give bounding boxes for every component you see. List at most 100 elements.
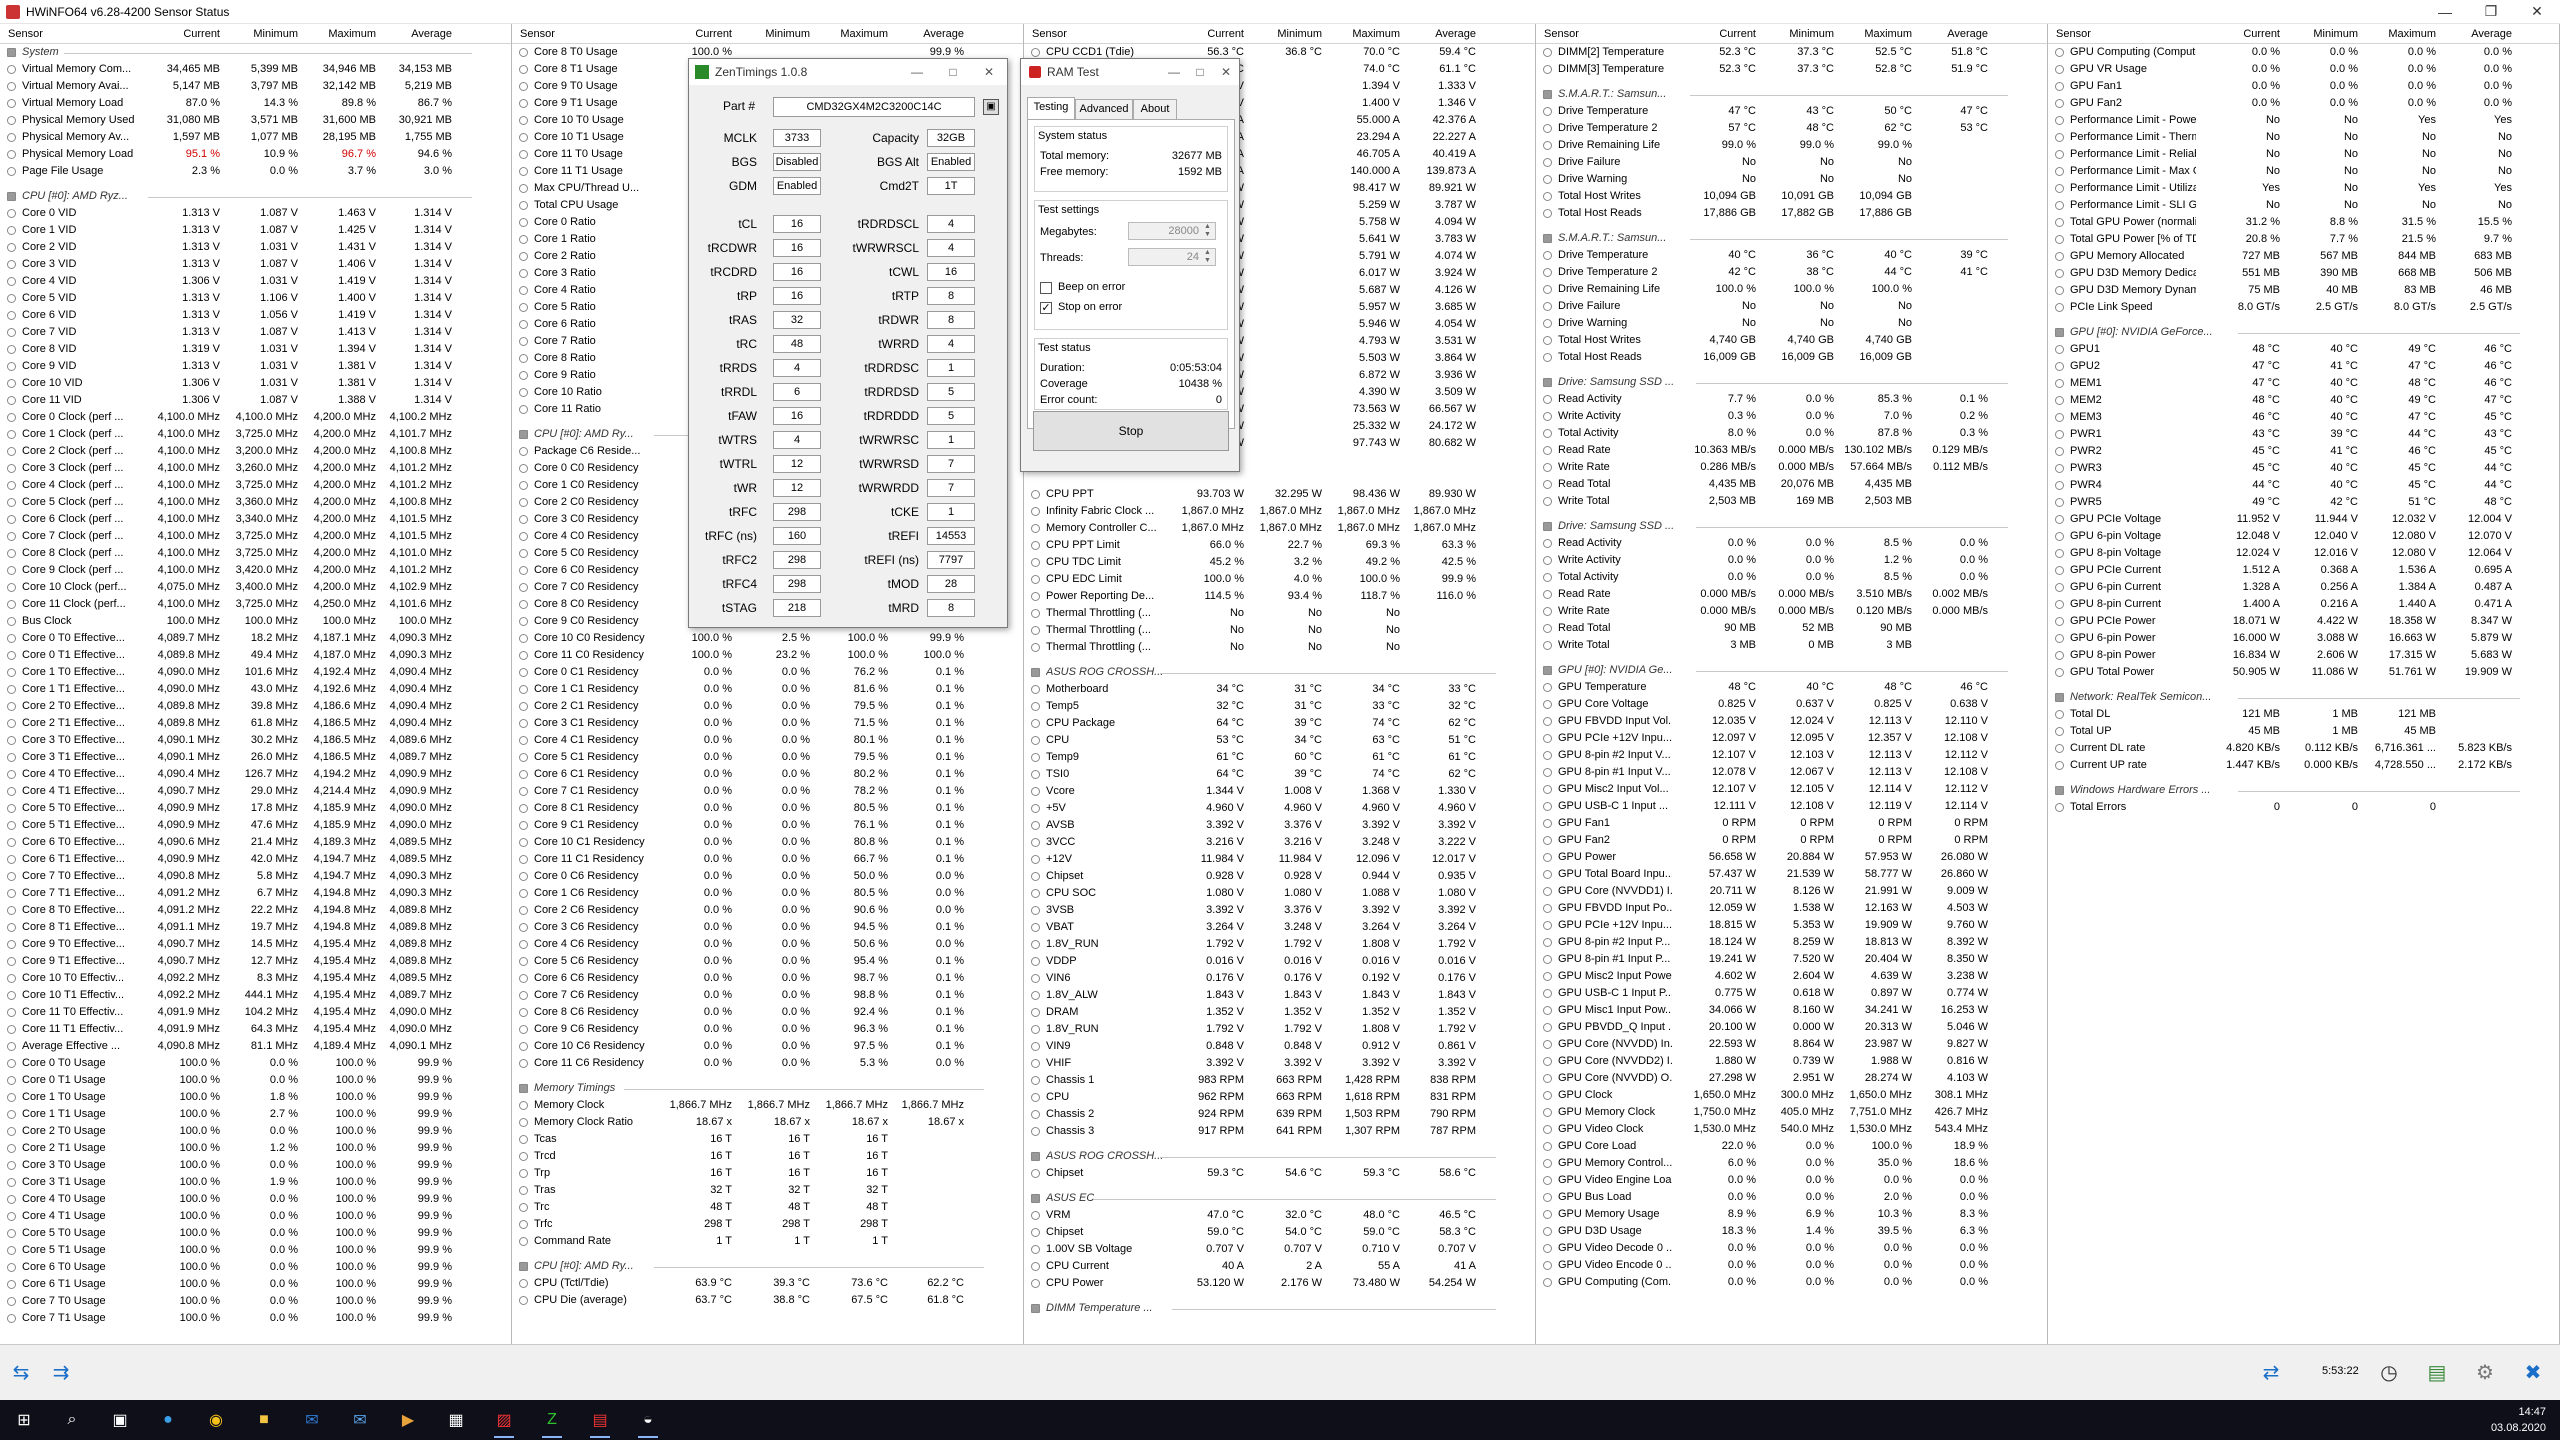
sensor-row[interactable]: Total DL 121 MB 1 MB 121 MB <box>2048 706 2559 723</box>
sensor-row[interactable]: DIMM[2] Temperature 52.3 °C 37.3 °C 52.5 °C… <box>1536 44 2047 61</box>
sensor-row[interactable]: GPU Video Clock 1,530.0 MHz 540.0 MHz 1,530… <box>1536 1121 2047 1138</box>
sensor-row[interactable]: Core 5 T1 Usage 100.0 % 0.0 % 100.0 % 99.9 % <box>0 1242 511 1259</box>
sensor-row[interactable]: Chassis 1 983 RPM 663 RPM 1,428 RPM 838 RPM <box>1024 1072 1535 1089</box>
sensor-row[interactable]: Performance Limit - UtilizationYesNoYesY… <box>2048 180 2559 197</box>
sensor-row[interactable]: GPU Bus Load 0.0 % 0.0 % 2.0 % 0.0 % <box>1536 1189 2047 1206</box>
sensor-row[interactable]: Core 0 C6 Residency 0.0 % 0.0 % 50.0 % 0.0 % <box>512 868 1023 885</box>
sensor-row[interactable]: GPU Total Power 50.905 W 11.086 W 51.761 W1… <box>2048 664 2559 681</box>
ramtest-maximize-button[interactable]: □ <box>1187 65 1213 79</box>
sensor-row[interactable]: Core 5 T0 Usage 100.0 % 0.0 % 100.0 % 99.9 % <box>0 1225 511 1242</box>
sensor-row[interactable]: GPU Fan1 0 RPM 0 RPM 0 RPM 0 RPM <box>1536 815 2047 832</box>
sensor-row[interactable]: Core 2 VID 1.313 V 1.031 V 1.431 V 1.314 V <box>0 239 511 256</box>
sensor-row[interactable]: Virtual Memory Com... 34,465 MB 5,399 MB 34… <box>0 61 511 78</box>
sensor-row[interactable]: GPU PCIe Voltage 11.952 V 11.944 V 12.032 V… <box>2048 511 2559 528</box>
network-icon[interactable]: ⇄ <box>2256 1357 2286 1387</box>
sensor-row[interactable]: CPU PPT 93.703 W 32.295 W 98.436 W 89.930 W <box>1024 486 1535 503</box>
sensor-row[interactable]: Core 5 C1 Residency 0.0 % 0.0 % 79.5 % 0.1 % <box>512 749 1023 766</box>
hwinfo-taskbar-icon[interactable]: ▨ <box>488 1404 520 1438</box>
sensor-row[interactable]: GPU PCIe +12V Inpu... 12.097 V 12.095 V 12.… <box>1536 730 2047 747</box>
sensor-row[interactable]: Core 1 C6 Residency 0.0 % 0.0 % 80.5 % 0.0 % <box>512 885 1023 902</box>
sensor-group-header[interactable]: ASUS ROG CROSSH... <box>1024 664 1535 681</box>
sensor-row[interactable]: Core 0 T0 Effective... 4,089.7 MHz 18.2 MH… <box>0 630 511 647</box>
sensor-group-header[interactable]: GPU [#0]: NVIDIA GeForce... <box>2048 324 2559 341</box>
sensor-column-1[interactable]: Sensor Current Minimum Maximum Average System… <box>0 24 512 1344</box>
sensor-group-header[interactable]: CPU [#0]: AMD Ry... <box>512 1258 1023 1275</box>
sensor-row[interactable]: Virtual Memory Avai... 5,147 MB 3,797 MB 32… <box>0 78 511 95</box>
sensor-row[interactable]: Core 4 C6 Residency 0.0 % 0.0 % 50.6 % 0.0 % <box>512 936 1023 953</box>
sensor-group-header[interactable]: System <box>0 44 511 61</box>
sensor-row[interactable]: CPU TDC Limit 45.2 % 3.2 % 49.2 % 42.5 % <box>1024 554 1535 571</box>
sensor-row[interactable]: CPU PPT Limit 66.0 % 22.7 % 69.3 % 63.3 % <box>1024 537 1535 554</box>
sensor-row[interactable]: Read Activity 0.0 % 0.0 % 8.5 % 0.0 % <box>1536 535 2047 552</box>
sensor-row[interactable]: Core 0 T1 Effective... 4,089.8 MHz 49.4 MH… <box>0 647 511 664</box>
sensor-row[interactable]: Core 5 C6 Residency 0.0 % 0.0 % 95.4 % 0.1 % <box>512 953 1023 970</box>
column-header[interactable]: Sensor Current Minimum Maximum Average <box>2048 24 2559 44</box>
sensor-row[interactable]: GPU 8-pin #2 Input V... 12.107 V 12.103 V1… <box>1536 747 2047 764</box>
sensor-row[interactable]: VBAT 3.264 V 3.248 V 3.264 V 3.264 V <box>1024 919 1535 936</box>
screenshot-icon[interactable]: ▣ <box>983 99 999 115</box>
sensor-row[interactable]: GPU 6-pin Power 16.000 W 3.088 W 16.663 W 5.… <box>2048 630 2559 647</box>
sensor-row[interactable]: Core 4 T1 Effective... 4,090.7 MHz 29.0 MH… <box>0 783 511 800</box>
sensor-row[interactable]: Core 7 VID 1.313 V 1.087 V 1.413 V 1.314 V <box>0 324 511 341</box>
sensor-row[interactable]: GPU 8-pin Voltage 12.024 V 12.016 V 12.080 … <box>2048 545 2559 562</box>
sensor-row[interactable]: VDDP 0.016 V 0.016 V 0.016 V 0.016 V <box>1024 953 1535 970</box>
sensor-row[interactable]: GPU Memory Control... 6.0 % 0.0 % 35.0 % 18.… <box>1536 1155 2047 1172</box>
start-windows-icon[interactable]: ⊞ <box>8 1404 40 1436</box>
sensor-row[interactable]: PWR5 49 °C 42 °C 51 °C 48 °C <box>2048 494 2559 511</box>
sensor-group-header[interactable]: CPU [#0]: AMD Ryz... <box>0 188 511 205</box>
sensor-group-header[interactable]: Drive: Samsung SSD ... <box>1536 518 2047 535</box>
sensor-row[interactable]: GPU FBVDD Input Po... 12.059 W 1.538 W 12.1… <box>1536 900 2047 917</box>
settings-icon[interactable]: ⚙ <box>2470 1357 2500 1387</box>
sensor-row[interactable]: Core 11 C0 Residency 100.0 % 23.2 % 100.0 %… <box>512 647 1023 664</box>
sensor-column-4[interactable]: Sensor Current Minimum Maximum Average DIMM[2… <box>1536 24 2048 1344</box>
sensor-row[interactable]: CPU SOC 1.080 V 1.080 V 1.088 V 1.080 V <box>1024 885 1535 902</box>
sensor-row[interactable]: Core 2 C6 Residency 0.0 % 0.0 % 90.6 % 0.0 % <box>512 902 1023 919</box>
store-icon[interactable]: ▦ <box>440 1404 472 1436</box>
sensor-row[interactable]: GPU VR Usage 0.0 % 0.0 % 0.0 % 0.0 % <box>2048 61 2559 78</box>
sensor-row[interactable]: Drive Warning No No No <box>1536 171 2047 188</box>
sensor-row[interactable]: Core 5 T1 Effective... 4,090.9 MHz 47.6 MH… <box>0 817 511 834</box>
sensor-row[interactable]: Core 11 VID 1.306 V 1.087 V 1.388 V 1.314 V <box>0 392 511 409</box>
sensor-row[interactable]: Core 4 C1 Residency 0.0 % 0.0 % 80.1 % 0.1 % <box>512 732 1023 749</box>
sensor-row[interactable]: Average Effective ... 4,090.8 MHz 81.1 MHz… <box>0 1038 511 1055</box>
column-header[interactable]: Sensor Current Minimum Maximum Average <box>1536 24 2047 44</box>
sensor-row[interactable]: GPU PCIe Power 18.071 W 4.422 W 18.358 W 8.3… <box>2048 613 2559 630</box>
sensor-row[interactable]: GPU Fan1 0.0 % 0.0 % 0.0 % 0.0 % <box>2048 78 2559 95</box>
sensor-row[interactable]: GPU Video Engine Load 0.0 % 0.0 % 0.0 % 0.0 … <box>1536 1172 2047 1189</box>
sensor-row[interactable]: Performance Limit - Max Ope...NoNoNoNo <box>2048 163 2559 180</box>
sensor-row[interactable]: Physical Memory Av... 1,597 MB 1,077 MB 28,… <box>0 129 511 146</box>
chrome-browser-icon[interactable]: ◉ <box>200 1404 232 1436</box>
sensor-row[interactable]: Core 3 C1 Residency 0.0 % 0.0 % 71.5 % 0.1 % <box>512 715 1023 732</box>
sensor-row[interactable]: GPU Video Encode 0 ... 0.0 % 0.0 % 0.0 % 0.0… <box>1536 1257 2047 1274</box>
sensor-group-header[interactable]: S.M.A.R.T.: Samsun... <box>1536 86 2047 103</box>
sensor-row[interactable]: Core 9 T0 Effective... 4,090.7 MHz 14.5 MH… <box>0 936 511 953</box>
sensor-row[interactable]: GPU 8-pin #2 Input P... 18.124 W 8.259 W 18… <box>1536 934 2047 951</box>
sensor-row[interactable]: Core 8 Clock (perf ... 4,100.0 MHz 3,725.0… <box>0 545 511 562</box>
sensor-row[interactable]: Core 1 VID 1.313 V 1.087 V 1.425 V 1.314 V <box>0 222 511 239</box>
sensor-row[interactable]: VIN6 0.176 V 0.176 V 0.192 V 0.176 V <box>1024 970 1535 987</box>
sensor-row[interactable]: GPU Core Load 22.0 % 0.0 % 100.0 % 18.9 % <box>1536 1138 2047 1155</box>
sensor-row[interactable]: Core 9 T1 Effective... 4,090.7 MHz 12.7 MH… <box>0 953 511 970</box>
sensor-row[interactable]: 1.8V_RUN 1.792 V 1.792 V 1.808 V 1.792 V <box>1024 936 1535 953</box>
sensor-row[interactable]: Core 1 T0 Usage 100.0 % 1.8 % 100.0 % 99.9 % <box>0 1089 511 1106</box>
sensor-group-header[interactable]: Memory Timings <box>512 1080 1023 1097</box>
task-view-icon[interactable]: ▣ <box>104 1404 136 1436</box>
sensor-row[interactable]: PWR1 43 °C 39 °C 44 °C 43 °C <box>2048 426 2559 443</box>
sensor-row[interactable]: GPU Core (NVVDD) In... 22.593 W 8.864 W 23.… <box>1536 1036 2047 1053</box>
sensor-row[interactable]: Vcore 1.344 V 1.008 V 1.368 V 1.330 V <box>1024 783 1535 800</box>
sensor-row[interactable]: GPU USB-C 1 Input P... 0.775 W 0.618 W 0.89… <box>1536 985 2047 1002</box>
minimize-button[interactable]: — <box>2422 0 2468 24</box>
sensor-row[interactable]: Core 11 C6 Residency 0.0 % 0.0 % 5.3 % 0.0 % <box>512 1055 1023 1072</box>
sensor-row[interactable]: GPU Misc2 Input Power 4.602 W 2.604 W 4.639… <box>1536 968 2047 985</box>
sensor-row[interactable]: Temp5 32 °C 31 °C 33 °C 32 °C <box>1024 698 1535 715</box>
sensor-row[interactable]: Core 7 T0 Usage 100.0 % 0.0 % 100.0 % 99.9 % <box>0 1293 511 1310</box>
sensor-row[interactable]: Core 9 C1 Residency 0.0 % 0.0 % 76.1 % 0.1 % <box>512 817 1023 834</box>
sensor-row[interactable]: 3VSB 3.392 V 3.376 V 3.392 V 3.392 V <box>1024 902 1535 919</box>
sensor-row[interactable]: Write Activity 0.0 % 0.0 % 1.2 % 0.0 % <box>1536 552 2047 569</box>
sensor-row[interactable]: GPU Core (NVVDD1) I... 20.711 W 8.126 W 21.… <box>1536 883 2047 900</box>
sensor-row[interactable]: Read Activity 7.7 % 0.0 % 85.3 % 0.1 % <box>1536 391 2047 408</box>
sensor-row[interactable]: Core 7 T1 Usage 100.0 % 0.0 % 100.0 % 99.9 % <box>0 1310 511 1327</box>
tab-advanced[interactable]: Advanced <box>1075 99 1133 119</box>
sensor-column-5[interactable]: Sensor Current Minimum Maximum Average GPU Co… <box>2048 24 2560 1344</box>
sensor-row[interactable]: MEM1 47 °C 40 °C 48 °C 46 °C <box>2048 375 2559 392</box>
